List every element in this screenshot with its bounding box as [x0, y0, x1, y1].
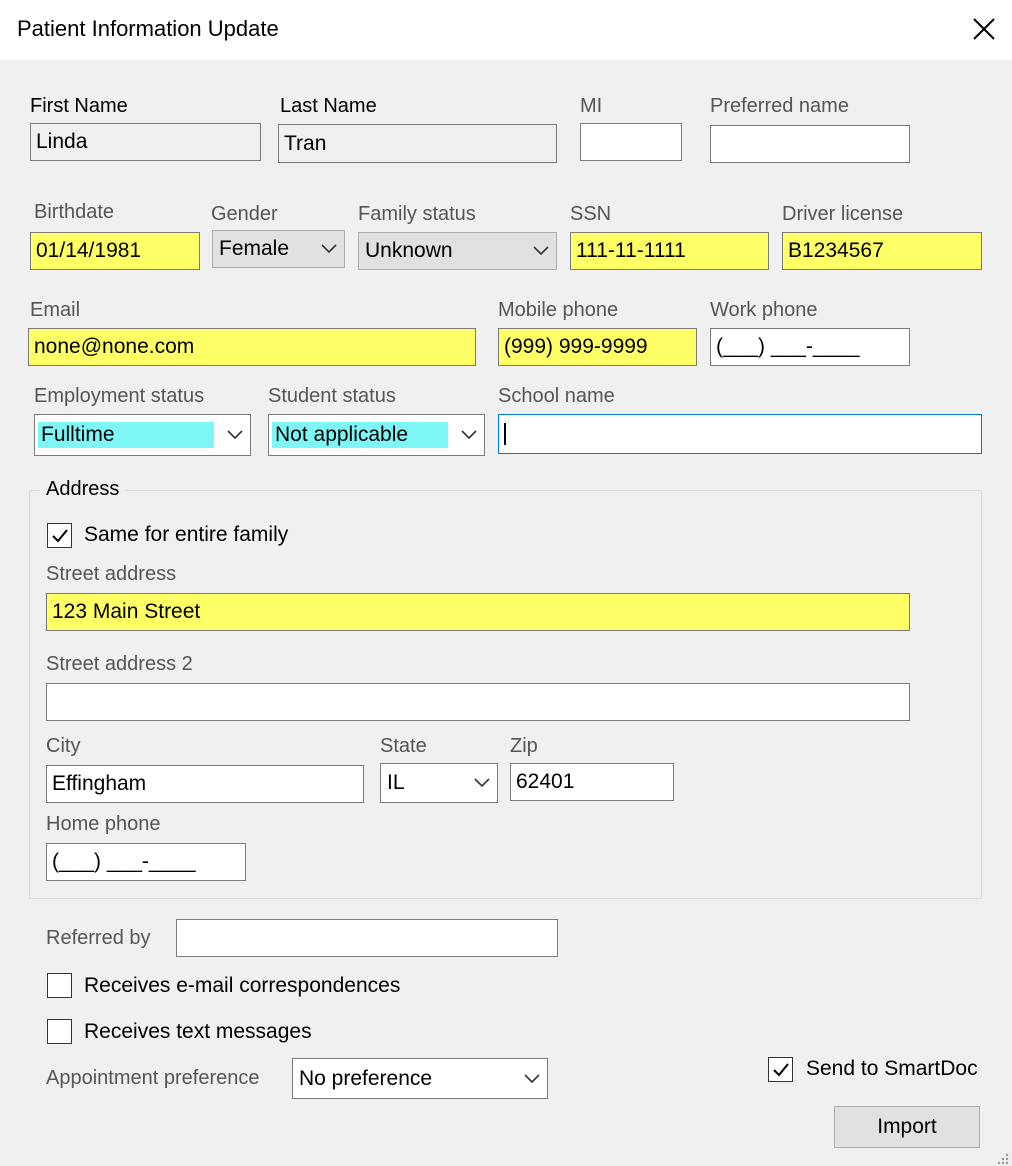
chevron-down-icon — [517, 1059, 547, 1098]
driver-license-field[interactable]: B1234567 — [782, 232, 982, 270]
state-value: IL — [387, 771, 405, 794]
chevron-down-icon — [526, 233, 556, 269]
preferred-name-field[interactable] — [710, 125, 910, 163]
chevron-down-icon — [220, 415, 250, 455]
mi-label: MI — [580, 95, 603, 117]
address-group-title: Address — [40, 478, 126, 501]
student-status-label: Student status — [268, 385, 396, 407]
mobile-phone-label: Mobile phone — [498, 299, 619, 321]
resize-grip-icon[interactable] — [994, 1148, 1010, 1165]
email-correspondence-checkbox[interactable] — [47, 973, 72, 998]
work-phone-label: Work phone — [710, 299, 818, 321]
send-to-smartdoc-label[interactable]: Send to SmartDoc — [806, 1057, 978, 1081]
birthdate-field[interactable]: 01/14/1981 — [30, 232, 200, 270]
birthdate-label: Birthdate — [34, 201, 115, 223]
first-name-label: First Name — [30, 95, 128, 117]
driver-license-label: Driver license — [782, 203, 904, 225]
preferred-name-label: Preferred name — [710, 95, 849, 117]
zip-label: Zip — [510, 735, 538, 757]
first-name-field[interactable]: Linda — [30, 123, 261, 161]
gender-label: Gender — [211, 203, 278, 225]
street-address-label: Street address — [46, 563, 177, 585]
checkmark-icon — [772, 1062, 789, 1076]
student-status-select[interactable]: Not applicable — [268, 414, 485, 456]
gender-value: Female — [219, 237, 290, 260]
school-name-field[interactable] — [498, 414, 982, 454]
school-name-label: School name — [498, 385, 615, 407]
family-status-select[interactable]: Unknown — [358, 232, 557, 270]
mobile-phone-field[interactable]: (999) 999-9999 — [498, 328, 697, 366]
state-select[interactable]: IL — [380, 763, 498, 803]
home-phone-field[interactable]: (___) ___-____ — [46, 843, 246, 881]
state-label: State — [380, 735, 427, 757]
city-label: City — [46, 735, 81, 757]
street-address-2-label: Street address 2 — [46, 653, 193, 675]
last-name-label: Last Name — [280, 95, 377, 117]
same-family-label[interactable]: Same for entire family — [84, 523, 288, 547]
chevron-down-icon — [467, 764, 497, 802]
street-address-field[interactable]: 123 Main Street — [46, 593, 910, 631]
email-label: Email — [30, 299, 81, 321]
street-address-2-field[interactable] — [46, 683, 910, 721]
import-button[interactable]: Import — [834, 1106, 980, 1148]
referred-by-field[interactable] — [176, 919, 558, 957]
checkmark-icon — [51, 528, 68, 542]
ssn-field[interactable]: 111-11-1111 — [570, 232, 769, 270]
send-to-smartdoc-checkbox[interactable] — [768, 1057, 793, 1082]
email-correspondence-label[interactable]: Receives e-mail correspondences — [84, 974, 400, 998]
text-messages-label[interactable]: Receives text messages — [84, 1020, 312, 1044]
family-status-value: Unknown — [365, 239, 453, 262]
employment-status-select[interactable]: Fulltime — [34, 414, 251, 456]
city-field[interactable]: Effingham — [46, 765, 364, 803]
gender-select[interactable]: Female — [212, 230, 345, 268]
employment-status-value: Fulltime — [38, 422, 214, 448]
title-bar: Patient Information Update — [0, 0, 1012, 60]
close-icon[interactable] — [966, 11, 1002, 47]
text-messages-checkbox[interactable] — [47, 1019, 72, 1044]
appointment-preference-value: No preference — [299, 1066, 433, 1090]
work-phone-field[interactable]: (___) ___-____ — [710, 328, 910, 366]
email-field[interactable]: none@none.com — [28, 328, 476, 366]
chevron-down-icon — [454, 415, 484, 455]
student-status-value: Not applicable — [272, 422, 448, 448]
zip-field[interactable]: 62401 — [510, 763, 674, 801]
home-phone-label: Home phone — [46, 813, 161, 835]
appointment-preference-label: Appointment preference — [46, 1067, 260, 1089]
family-status-label: Family status — [358, 203, 476, 225]
mi-field[interactable] — [580, 123, 682, 161]
referred-by-label: Referred by — [46, 927, 151, 949]
text-caret — [504, 423, 506, 445]
appointment-preference-select[interactable]: No preference — [292, 1058, 548, 1099]
last-name-field[interactable]: Tran — [278, 124, 557, 163]
same-family-checkbox[interactable] — [47, 523, 72, 548]
ssn-label: SSN — [570, 203, 612, 225]
window-title: Patient Information Update — [17, 16, 279, 41]
employment-status-label: Employment status — [34, 385, 205, 407]
chevron-down-icon — [314, 231, 344, 267]
